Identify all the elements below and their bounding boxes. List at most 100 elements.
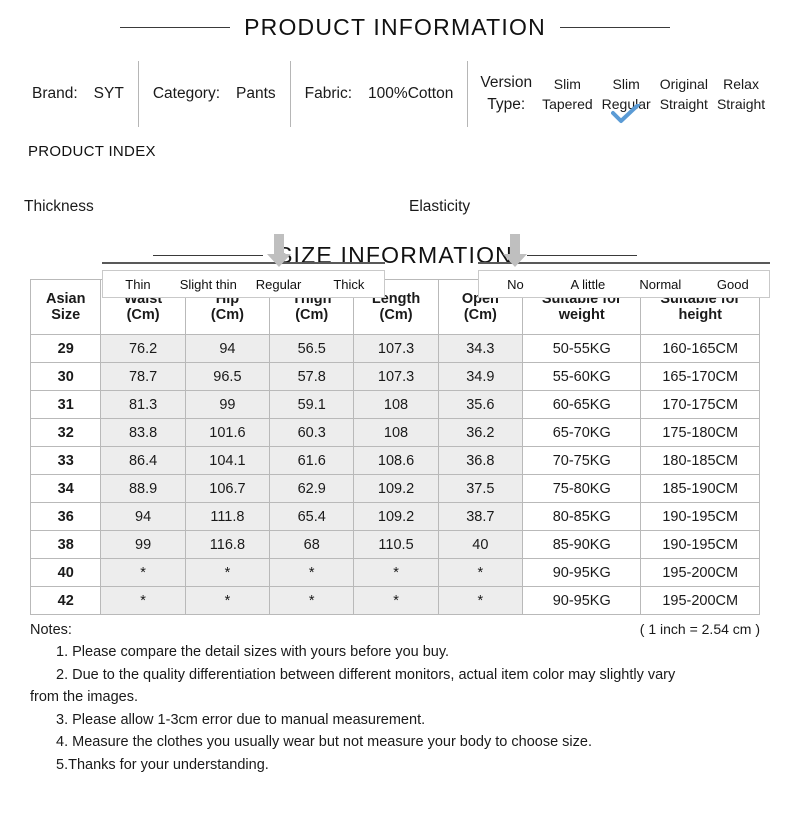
table-header-line2: (Cm)	[210, 307, 244, 323]
version-option-line1: Slim	[553, 75, 581, 92]
table-cell: 170-175CM	[640, 390, 760, 419]
table-row: 29 76.2 94 56.5 107.3 34.3 50-55KG 160-165CM	[29, 334, 760, 363]
table-cell: 195-200CM	[640, 586, 760, 615]
version-option-line2: Tapered	[542, 96, 593, 112]
spec-fabric: Fabric: 100%Cotton	[291, 59, 468, 129]
table-cell: 106.7	[184, 474, 271, 503]
product-index-row: Thickness Thin Slight thin Regular Thick…	[0, 174, 790, 298]
table-row: 31 81.3 99 59.1 108 35.6 60-65KG 170-175CM	[29, 390, 760, 419]
table-cell: 62.9	[269, 474, 355, 503]
table-cell: 40	[437, 530, 524, 559]
table-cell: 85-90KG	[521, 530, 642, 559]
notes-title: Notes:	[30, 622, 72, 638]
table-row: 32 83.8 101.6 60.3 108 36.2 65-70KG 175-180CM	[29, 418, 760, 447]
product-information-heading: PRODUCT INFORMATION	[0, 14, 790, 41]
table-cell: *	[100, 558, 186, 587]
note-line-4: 4. Measure the clothes you usually wear …	[56, 734, 592, 751]
table-header-line1: Asian	[45, 291, 86, 307]
table-cell: 83.8	[100, 418, 186, 447]
version-option-line1: Relax	[723, 75, 759, 92]
table-cell: 90-95KG	[521, 558, 642, 587]
table-cell: 33	[29, 446, 102, 475]
table-cell: 31	[29, 390, 102, 419]
note-line-5: 5.Thanks for your understanding.	[56, 756, 269, 773]
table-cell: 111.8	[184, 502, 271, 531]
index-thickness-options: Thin Slight thin Regular Thick	[101, 270, 385, 298]
table-cell: 42	[29, 586, 102, 615]
table-cell: 104.1	[184, 446, 271, 475]
spec-category-value: Pants	[236, 85, 276, 102]
spec-category-label: Category:	[152, 85, 221, 102]
table-cell: 37.5	[437, 474, 524, 503]
table-cell: 65-70KG	[521, 418, 642, 447]
table-row: 30 78.7 96.5 57.8 107.3 34.9 55-60KG 165-170CM	[29, 362, 760, 391]
index-thickness-option-thick[interactable]: Thick	[314, 271, 384, 297]
table-cell: 32	[29, 418, 102, 447]
table-cell: 57.8	[269, 362, 355, 391]
index-thickness: Thickness Thin Slight thin Regular Thick	[24, 174, 385, 298]
version-type-group: Version Type: Slim Tapered Slim Regular …	[468, 59, 776, 129]
table-cell: 88.9	[100, 474, 186, 503]
table-header-line2: (Cm)	[295, 307, 329, 323]
table-cell: *	[437, 558, 524, 587]
table-cell: 109.2	[353, 502, 439, 531]
version-option-line1: Original	[659, 75, 708, 92]
note-line-3: 3. Please allow 1-3cm error due to manua…	[56, 711, 426, 728]
heading-rule-left	[120, 27, 231, 28]
scale-line	[101, 262, 385, 264]
index-thickness-option-slight-thin[interactable]: Slight thin	[173, 271, 243, 297]
table-cell: 94	[100, 502, 186, 531]
table-cell: *	[437, 586, 524, 615]
table-header-line2: (Cm)	[463, 307, 497, 323]
table-cell: 60.3	[269, 418, 355, 447]
table-cell: 108.6	[353, 446, 439, 475]
table-cell: 101.6	[184, 418, 271, 447]
table-cell: 68	[269, 530, 355, 559]
version-option-original-straight[interactable]: Original Straight	[660, 74, 708, 115]
inch-conversion-note: ( 1 inch = 2.54 cm )	[639, 621, 760, 637]
version-option-line2: Straight	[716, 96, 766, 112]
table-cell: 36.8	[437, 446, 524, 475]
table-cell: 175-180CM	[640, 418, 760, 447]
table-cell: 34.3	[437, 334, 524, 363]
note-line-2: 2. Due to the quality differentiation be…	[56, 666, 676, 683]
table-header-cell: Asian Size	[29, 279, 102, 335]
table-cell: 107.3	[353, 362, 439, 391]
product-information-title: PRODUCT INFORMATION	[244, 14, 546, 40]
table-header-line2: Size	[51, 307, 81, 323]
table-cell: 35.6	[437, 390, 524, 419]
table-cell: 65.4	[269, 502, 355, 531]
table-header-line2: (Cm)	[379, 307, 413, 323]
table-cell: *	[184, 558, 271, 587]
table-cell: 109.2	[353, 474, 439, 503]
index-thickness-option-thin[interactable]: Thin	[103, 271, 173, 297]
table-cell: 116.8	[184, 530, 271, 559]
spec-brand-label: Brand:	[32, 85, 78, 102]
table-cell: 59.1	[269, 390, 355, 419]
index-elasticity-option-no[interactable]: No	[479, 271, 551, 297]
index-elasticity-option-normal[interactable]: Normal	[624, 271, 696, 297]
spec-fabric-label: Fabric:	[304, 85, 353, 102]
spec-brand-value: SYT	[93, 85, 124, 102]
table-cell: 185-190CM	[640, 474, 760, 503]
table-cell: 160-165CM	[640, 334, 760, 363]
table-cell: 190-195CM	[640, 502, 760, 531]
version-type-label-line1: Version	[480, 73, 533, 91]
index-elasticity-option-good[interactable]: Good	[697, 271, 769, 297]
table-cell: *	[269, 558, 355, 587]
index-thickness-option-regular[interactable]: Regular	[243, 271, 313, 297]
table-cell: 195-200CM	[640, 558, 760, 587]
version-option-relax-straight[interactable]: Relax Straight	[717, 74, 765, 115]
version-option-slim-tapered[interactable]: Slim Tapered	[542, 74, 593, 115]
table-row: 33 86.4 104.1 61.6 108.6 36.8 70-75KG 180-185CM	[29, 446, 760, 475]
table-cell: 40	[29, 558, 102, 587]
product-spec-row: Brand: SYT Category: Pants Fabric: 100%C…	[0, 59, 790, 129]
table-header-line2: weight	[558, 307, 605, 323]
spec-fabric-value: 100%Cotton	[368, 85, 454, 102]
table-cell: 180-185CM	[640, 446, 760, 475]
table-cell: 165-170CM	[640, 362, 760, 391]
version-option-slim-regular[interactable]: Slim Regular	[602, 74, 651, 123]
index-elasticity-option-a-little[interactable]: A little	[552, 271, 624, 297]
table-cell: 56.5	[269, 334, 355, 363]
table-cell: 30	[29, 362, 102, 391]
